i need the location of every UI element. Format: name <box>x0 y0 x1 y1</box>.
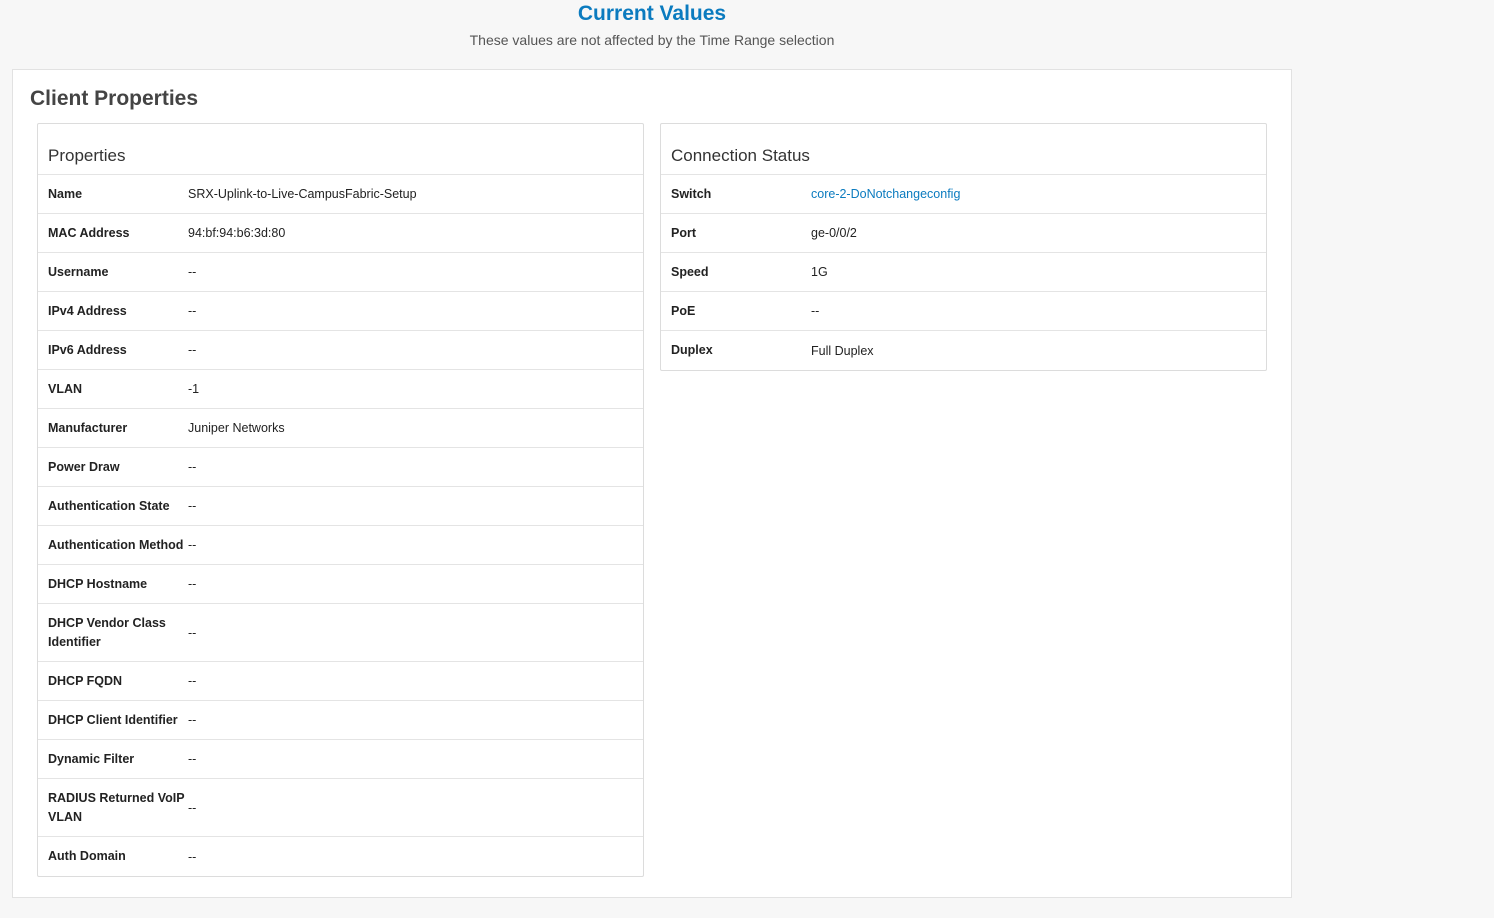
property-key: IPv4 Address <box>48 303 127 318</box>
property-key: Power Draw <box>48 459 120 474</box>
property-row-authentication-method: Authentication Method -- <box>38 526 643 565</box>
connection-status-title: Connection Status <box>661 124 1266 175</box>
property-value: -- <box>188 800 197 815</box>
switch-link[interactable]: core-2-DoNotchangeconfig <box>811 187 1266 201</box>
properties-panel-title: Properties <box>38 124 643 175</box>
property-row-ipv6-address: IPv6 Address -- <box>38 331 643 370</box>
property-value: -- <box>188 460 197 474</box>
property-row-mac-address: MAC Address 94:bf:94:b6:3d:80 <box>38 214 643 253</box>
property-row-ipv4-address: IPv4 Address -- <box>38 292 643 331</box>
property-value: -- <box>188 849 197 864</box>
property-row-auth-domain: Auth Domain -- <box>38 837 643 876</box>
connection-key: Port <box>671 225 696 240</box>
property-value: SRX-Uplink-to-Live-CampusFabric-Setup <box>188 187 417 201</box>
connection-key: Duplex <box>671 343 713 357</box>
property-value: -- <box>188 577 197 591</box>
connection-row-speed: Speed 1G <box>661 253 1266 292</box>
property-value: -1 <box>188 382 200 396</box>
connection-row-poe: PoE -- <box>661 292 1266 331</box>
property-key: Dynamic Filter <box>48 751 135 766</box>
connection-row-duplex: Duplex Full Duplex <box>661 331 1266 370</box>
connection-key: Switch <box>671 186 712 201</box>
property-row-dynamic-filter: Dynamic Filter -- <box>38 740 643 779</box>
connection-row-port: Port ge-0/0/2 <box>661 214 1266 253</box>
property-row-dhcp-hostname: DHCP Hostname -- <box>38 565 643 604</box>
property-value: -- <box>188 625 197 640</box>
property-key: Name <box>48 186 83 201</box>
connection-key: Speed <box>671 264 709 279</box>
page-title: Current Values <box>577 2 727 25</box>
card-title: Client Properties <box>30 87 199 110</box>
property-key: MAC Address <box>48 225 130 240</box>
property-key: Manufacturer <box>48 420 128 435</box>
property-row-dhcp-vendor-class-identifier: DHCP Vendor Class Identifier -- <box>38 604 643 662</box>
property-row-dhcp-fqdn: DHCP FQDN -- <box>38 662 643 701</box>
client-properties-card: Client Properties Properties Name SRX-Up… <box>12 69 1292 898</box>
property-row-power-draw: Power Draw -- <box>38 448 643 487</box>
property-key: Username <box>48 264 109 279</box>
property-value: -- <box>188 752 197 766</box>
property-key: RADIUS Returned VoIP VLAN <box>48 790 185 824</box>
property-value: -- <box>188 499 197 513</box>
properties-panel: Properties Name SRX-Uplink-to-Live-Campu… <box>37 123 644 877</box>
property-value: -- <box>188 713 197 727</box>
property-row-radius-returned-voip-vlan: RADIUS Returned VoIP VLAN -- <box>38 779 643 837</box>
property-row-vlan: VLAN -1 <box>38 370 643 409</box>
connection-value: 1G <box>811 265 828 279</box>
property-row-manufacturer: Manufacturer Juniper Networks <box>38 409 643 448</box>
property-value: -- <box>188 343 197 357</box>
property-value: Juniper Networks <box>188 421 285 435</box>
connection-value: -- <box>811 304 820 318</box>
connection-key: PoE <box>671 303 696 318</box>
property-row-name: Name SRX-Uplink-to-Live-CampusFabric-Set… <box>38 175 643 214</box>
property-key: DHCP FQDN <box>48 673 123 688</box>
property-key: VLAN <box>48 381 83 396</box>
property-row-authentication-state: Authentication State -- <box>38 487 643 526</box>
property-key: Authentication State <box>48 498 170 513</box>
property-row-username: Username -- <box>38 253 643 292</box>
property-value: -- <box>188 538 197 552</box>
page-header: Current Values These values are not affe… <box>0 0 1304 48</box>
page-subtitle: These values are not affected by the Tim… <box>469 32 835 48</box>
property-key: Auth Domain <box>48 849 126 863</box>
property-key: DHCP Client Identifier <box>48 712 178 727</box>
connection-value: ge-0/0/2 <box>811 226 857 240</box>
property-row-dhcp-client-identifier: DHCP Client Identifier -- <box>38 701 643 740</box>
property-key: DHCP Vendor Class Identifier <box>48 615 166 649</box>
connection-row-switch: Switch core-2-DoNotchangeconfig <box>661 175 1266 214</box>
property-value: -- <box>188 304 197 318</box>
property-value: 94:bf:94:b6:3d:80 <box>188 226 286 240</box>
property-key: IPv6 Address <box>48 342 127 357</box>
property-value: -- <box>188 265 197 279</box>
connection-status-panel: Connection Status Switch core-2-DoNotcha… <box>660 123 1267 371</box>
property-value: -- <box>188 674 197 688</box>
connection-value: Full Duplex <box>811 343 874 358</box>
property-key: Authentication Method <box>48 537 184 552</box>
property-key: DHCP Hostname <box>48 576 148 591</box>
